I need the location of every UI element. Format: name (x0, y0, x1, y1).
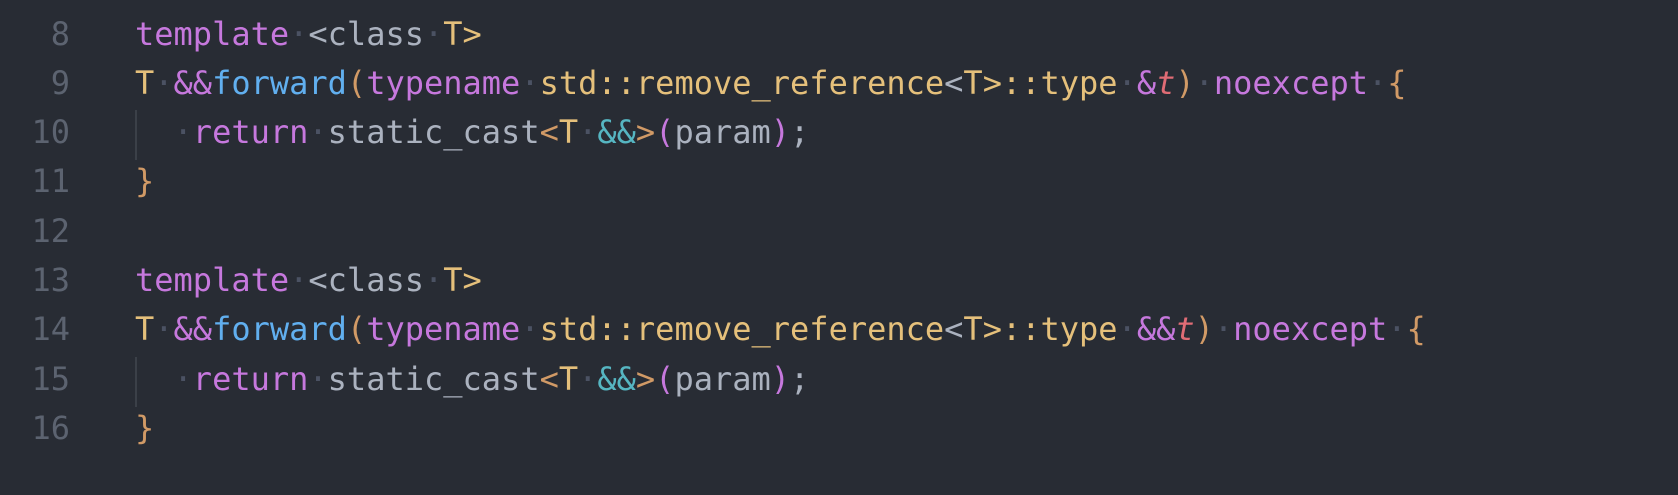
code-line[interactable]: template·<class·T> (135, 8, 482, 61)
bracket-token: ( (346, 64, 367, 102)
whitespace-marker: · (423, 15, 444, 53)
whitespace-marker: · (173, 113, 193, 151)
bracket-token: } (135, 162, 155, 200)
operator-token: & (1136, 64, 1157, 102)
keyword-token: template (135, 15, 290, 53)
bracket-token: ) (770, 113, 791, 151)
code-editor[interactable]: 8 9 10 11 12 13 14 15 16 template·<class… (0, 0, 1678, 495)
whitespace-marker: · (1213, 310, 1234, 348)
template-param-token: <class (308, 261, 424, 299)
bracket-token: > (635, 113, 656, 151)
function-name-token: forward (212, 310, 347, 348)
operator-token: && (1136, 310, 1176, 348)
code-line[interactable]: T·&&forward(typename·std::remove_referen… (135, 303, 1426, 356)
bracket-token: { (1406, 310, 1426, 348)
line-number: 11 (31, 162, 70, 200)
keyword-token: return (192, 360, 309, 398)
keyword-token: typename (366, 310, 521, 348)
operator-token: && (173, 64, 213, 102)
type-token: T (558, 113, 579, 151)
type-token: T (558, 360, 579, 398)
bracket-token: < (539, 113, 559, 151)
operator-token: && (597, 360, 636, 398)
keyword-token: typename (366, 64, 521, 102)
operator-token: < (944, 310, 964, 348)
type-token: T (135, 310, 155, 348)
type-token: T (963, 310, 983, 348)
parameter-token: t (1156, 64, 1176, 102)
type-token: T (135, 64, 155, 102)
code-line[interactable]: ·return·static_cast<T·&&>(param); (135, 353, 810, 406)
parameter-token: t (1175, 310, 1195, 348)
line-number: 12 (31, 212, 70, 250)
bracket-token: ) (1194, 310, 1214, 348)
type-token: T> (443, 15, 482, 53)
line-number: 14 (31, 310, 70, 348)
bracket-token: ) (1175, 64, 1195, 102)
identifier-token: static_cast (327, 360, 540, 398)
whitespace-marker: · (173, 360, 193, 398)
type-token: >::type (982, 64, 1118, 102)
whitespace-marker: · (289, 261, 309, 299)
identifier-token: param (674, 113, 771, 151)
bracket-token: { (1387, 64, 1407, 102)
line-number: 8 (50, 15, 70, 53)
line-number: 10 (31, 113, 70, 151)
keyword-token: noexcept (1233, 310, 1388, 348)
line-number: 13 (31, 261, 70, 299)
line-number: 9 (50, 64, 70, 102)
punctuation-token: ; (790, 360, 810, 398)
line-number: 15 (31, 360, 70, 398)
operator-token: && (597, 113, 636, 151)
operator-token: < (944, 64, 964, 102)
bracket-token: ( (346, 310, 367, 348)
identifier-token: static_cast (327, 113, 540, 151)
whitespace-marker: · (308, 113, 328, 151)
whitespace-marker: · (1387, 310, 1407, 348)
code-line[interactable]: template·<class·T> (135, 254, 482, 307)
bracket-token: < (539, 360, 559, 398)
code-line[interactable]: } (135, 155, 154, 208)
whitespace-marker: · (423, 261, 444, 299)
bracket-token: ) (770, 360, 791, 398)
whitespace-marker: · (1194, 64, 1214, 102)
code-line[interactable]: } (135, 402, 154, 455)
identifier-token: param (674, 360, 771, 398)
bracket-token: ( (655, 360, 675, 398)
keyword-token: return (192, 113, 309, 151)
line-number: 16 (31, 409, 70, 447)
keyword-token: template (135, 261, 290, 299)
type-token: >::type (982, 310, 1118, 348)
code-line[interactable]: ·return·static_cast<T·&&>(param); (135, 106, 810, 159)
type-token: T (963, 64, 983, 102)
bracket-token: > (635, 360, 656, 398)
whitespace-marker: · (1368, 64, 1388, 102)
whitespace-marker: · (520, 310, 540, 348)
whitespace-marker: · (154, 64, 174, 102)
whitespace-marker: · (289, 15, 309, 53)
template-param-token: <class (308, 15, 424, 53)
whitespace-marker: · (578, 360, 598, 398)
punctuation-token: ; (790, 113, 810, 151)
whitespace-marker: · (520, 64, 540, 102)
operator-token: && (173, 310, 213, 348)
function-name-token: forward (212, 64, 347, 102)
whitespace-marker: · (1117, 64, 1137, 102)
bracket-token: ( (655, 113, 675, 151)
type-token: T> (443, 261, 482, 299)
whitespace-marker: · (308, 360, 328, 398)
whitespace-marker: · (578, 113, 598, 151)
bracket-token: } (135, 409, 155, 447)
type-token: std::remove_reference (539, 64, 945, 102)
code-line[interactable]: T·&&forward(typename·std::remove_referen… (135, 57, 1407, 110)
whitespace-marker: · (1117, 310, 1137, 348)
whitespace-marker: · (154, 310, 174, 348)
type-token: std::remove_reference (539, 310, 945, 348)
keyword-token: noexcept (1213, 64, 1368, 102)
